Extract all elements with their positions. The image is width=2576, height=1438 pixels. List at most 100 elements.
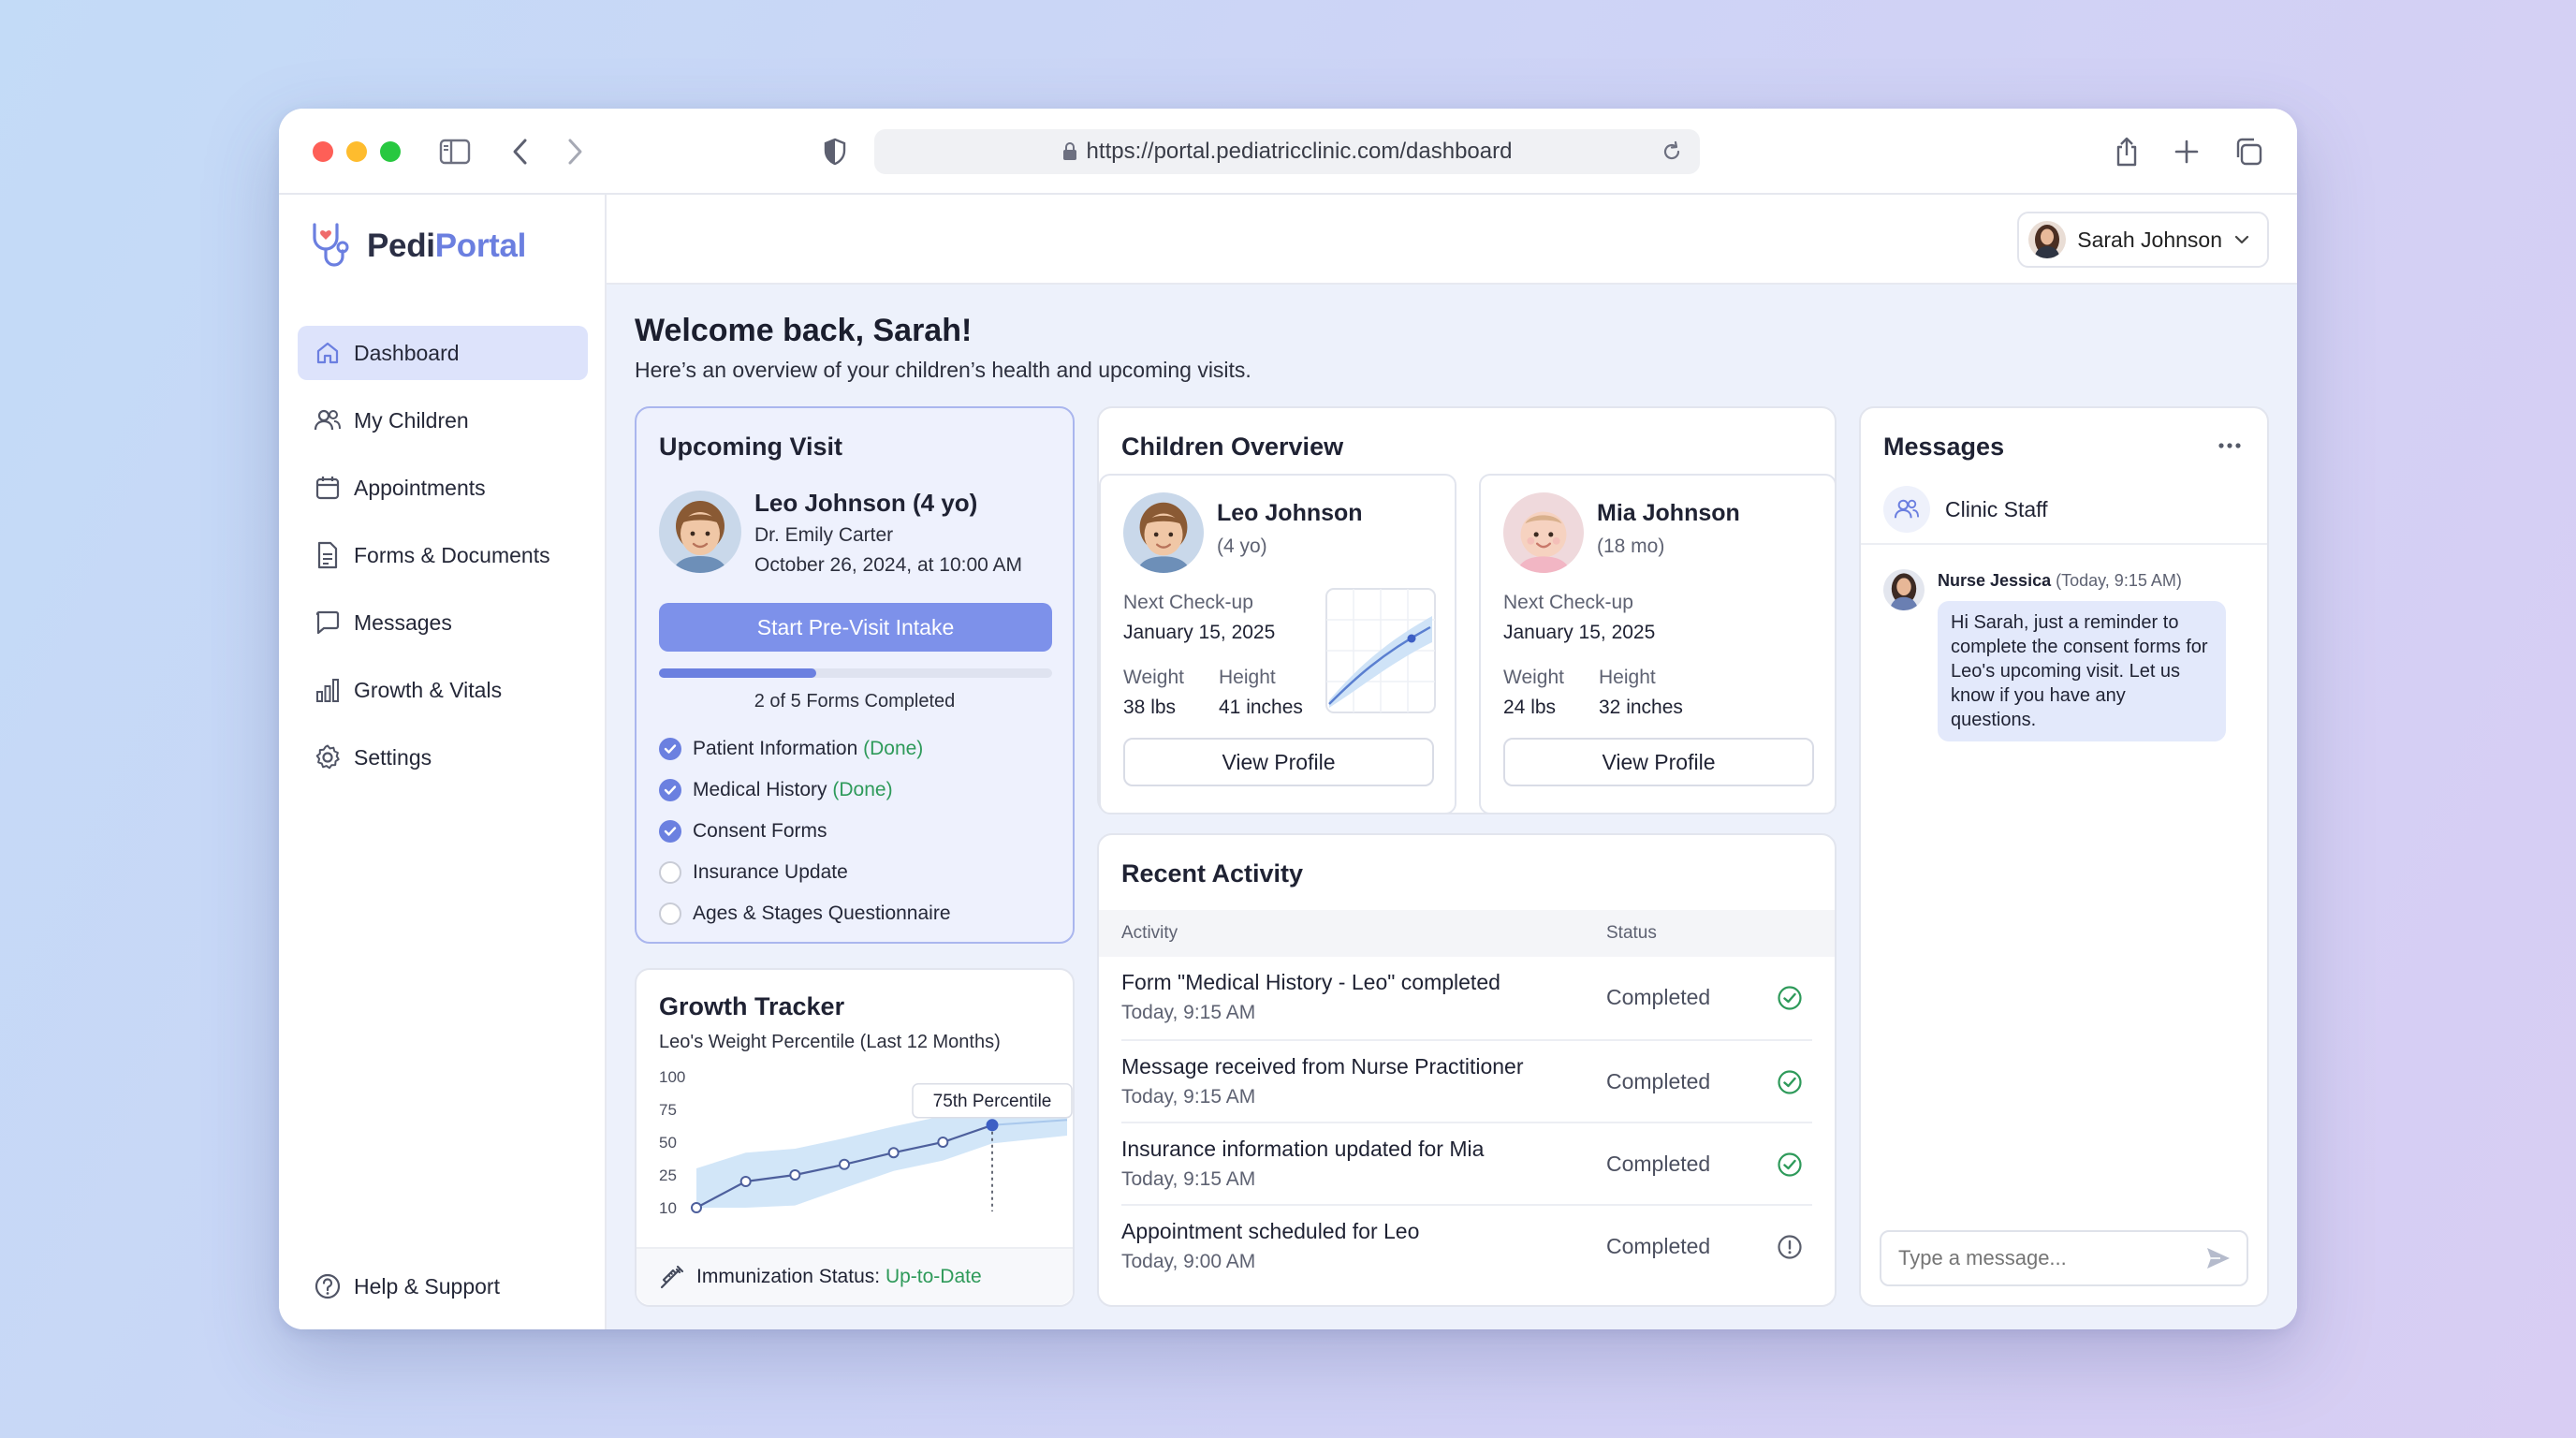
calendar-icon: [313, 473, 343, 503]
view-profile-button[interactable]: View Profile: [1123, 738, 1434, 786]
sidebar: PediPortal Dashboard My Children Appoint…: [279, 195, 607, 1329]
height-label: Height: [1599, 667, 1656, 688]
minimize-window-button[interactable]: [346, 141, 367, 162]
avatar: [1883, 569, 1925, 610]
card-title: Messages: [1883, 433, 2005, 461]
next-checkup-date: January 15, 2025: [1123, 622, 1276, 643]
help-support-link[interactable]: Help & Support: [313, 1271, 500, 1301]
message-input[interactable]: [1881, 1232, 2198, 1284]
checklist-item[interactable]: Patient Information (Done): [659, 738, 923, 760]
new-tab-icon[interactable]: [2168, 133, 2205, 170]
checklist-item[interactable]: Insurance Update: [659, 861, 848, 884]
user-name: Sarah Johnson: [2077, 227, 2222, 252]
browser-window: https://portal.pediatricclinic.com/dashb…: [279, 109, 2297, 1329]
reload-icon[interactable]: [1653, 133, 1690, 170]
check-circle-icon: [1778, 1152, 1802, 1177]
close-window-button[interactable]: [313, 141, 333, 162]
data-point[interactable]: [839, 1158, 850, 1170]
sidebar-item-dashboard[interactable]: Dashboard: [298, 326, 588, 380]
address-bar[interactable]: https://portal.pediatricclinic.com/dashb…: [874, 129, 1700, 174]
sidebar-item-forms-documents[interactable]: Forms & Documents: [298, 528, 588, 582]
data-point[interactable]: [691, 1202, 702, 1213]
growth-subtitle: Leo's Weight Percentile (Last 12 Months): [659, 1032, 1001, 1052]
data-point[interactable]: [937, 1137, 949, 1148]
tabs-overview-icon[interactable]: [2230, 133, 2267, 170]
table-row[interactable]: Insurance information updated for Mia To…: [1121, 1122, 1812, 1204]
help-support-label: Help & Support: [354, 1273, 500, 1299]
send-icon[interactable]: [2198, 1238, 2239, 1279]
lock-icon: [1062, 142, 1077, 161]
syringe-icon: [659, 1264, 685, 1290]
users-icon: [313, 405, 343, 435]
sidebar-item-appointments[interactable]: Appointments: [298, 461, 588, 515]
page-title: Welcome back, Sarah!: [635, 313, 973, 348]
sidebar-item-label: Settings: [354, 744, 432, 770]
share-icon[interactable]: [2108, 133, 2145, 170]
child-age: (4 yo): [1217, 536, 1267, 557]
data-point[interactable]: [789, 1169, 801, 1181]
checkmark-icon: [659, 820, 681, 843]
y-tick-label: 75: [659, 1101, 677, 1119]
main-content: Welcome back, Sarah! Here’s an overview …: [607, 285, 2297, 1329]
sidebar-item-growth-vitals[interactable]: Growth & Vitals: [298, 663, 588, 717]
table-row[interactable]: Form "Medical History - Leo" completed T…: [1099, 957, 1835, 1039]
shield-icon[interactable]: [816, 133, 854, 170]
checklist-item[interactable]: Consent Forms: [659, 820, 827, 843]
app-header: Sarah Johnson: [607, 195, 2297, 285]
next-checkup-date: January 15, 2025: [1503, 622, 1656, 643]
card-title: Growth Tracker: [659, 992, 845, 1020]
app-logo[interactable]: PediPortal: [309, 221, 526, 271]
next-checkup-label: Next Check-up: [1123, 592, 1253, 613]
data-point[interactable]: [986, 1119, 999, 1132]
avatar: [2028, 221, 2067, 258]
checkmark-icon: [659, 738, 681, 760]
checkmark-icon: [659, 779, 681, 801]
card-title: Upcoming Visit: [659, 433, 843, 461]
card-title: Children Overview: [1121, 433, 1344, 461]
channel-header[interactable]: Clinic Staff: [1861, 476, 2267, 545]
stethoscope-icon: [313, 223, 349, 267]
upcoming-visit-card: Upcoming Visit Leo Johnson (4 yo) Dr. Em…: [635, 406, 1075, 944]
user-menu-button[interactable]: Sarah Johnson: [2017, 212, 2269, 268]
view-profile-button[interactable]: View Profile: [1503, 738, 1814, 786]
more-options-icon[interactable]: [2215, 431, 2245, 461]
sidebar-item-my-children[interactable]: My Children: [298, 393, 588, 448]
sidebar-item-label: Dashboard: [354, 340, 460, 365]
data-point[interactable]: [739, 1176, 752, 1187]
start-intake-button[interactable]: Start Pre-Visit Intake: [659, 603, 1052, 652]
sidebar-toggle-icon[interactable]: [436, 133, 474, 170]
avatar: [659, 491, 741, 573]
sidebar-item-label: Messages: [354, 609, 452, 635]
data-point[interactable]: [887, 1147, 900, 1159]
weight-value: 24 lbs: [1503, 697, 1557, 718]
chat-icon: [313, 608, 343, 638]
sidebar-item-settings[interactable]: Settings: [298, 730, 588, 785]
sidebar-item-label: Appointments: [354, 475, 486, 500]
sidebar-item-messages[interactable]: Messages: [298, 595, 588, 650]
check-circle-icon: [1778, 986, 1802, 1010]
next-checkup-label: Next Check-up: [1503, 592, 1633, 613]
immunization-value: Up-to-Date: [885, 1266, 982, 1287]
message-bubble: Hi Sarah, just a reminder to complete th…: [1938, 601, 2226, 741]
table-row[interactable]: Message received from Nurse Practitioner…: [1121, 1039, 1812, 1122]
avatar: [1123, 492, 1204, 573]
intake-progress-fill: [659, 668, 816, 678]
page-subtitle: Here’s an overview of your children’s he…: [635, 358, 1251, 382]
empty-circle-icon: [659, 861, 681, 884]
children-overview-card: Children Overview Leo Johnson (4 yo) Nex…: [1097, 406, 1837, 814]
y-tick-label: 25: [659, 1167, 677, 1184]
intake-progress-bar: [659, 668, 1052, 678]
table-row[interactable]: Appointment scheduled for Leo Today, 9:0…: [1121, 1204, 1812, 1286]
checklist-item[interactable]: Medical History (Done): [659, 779, 893, 801]
checklist-item[interactable]: Ages & Stages Questionnaire: [659, 902, 951, 925]
sidebar-item-label: Growth & Vitals: [354, 677, 503, 702]
recent-activity-card: Recent Activity Activity Status Form "Me…: [1097, 833, 1837, 1307]
height-value: 41 inches: [1219, 697, 1303, 718]
maximize-window-button[interactable]: [380, 141, 401, 162]
height-label: Height: [1219, 667, 1276, 688]
y-tick-label: 10: [659, 1199, 677, 1217]
forward-icon[interactable]: [556, 133, 593, 170]
mini-growth-chart: [1325, 588, 1436, 713]
back-icon[interactable]: [502, 133, 539, 170]
y-tick-label: 100: [659, 1068, 685, 1086]
